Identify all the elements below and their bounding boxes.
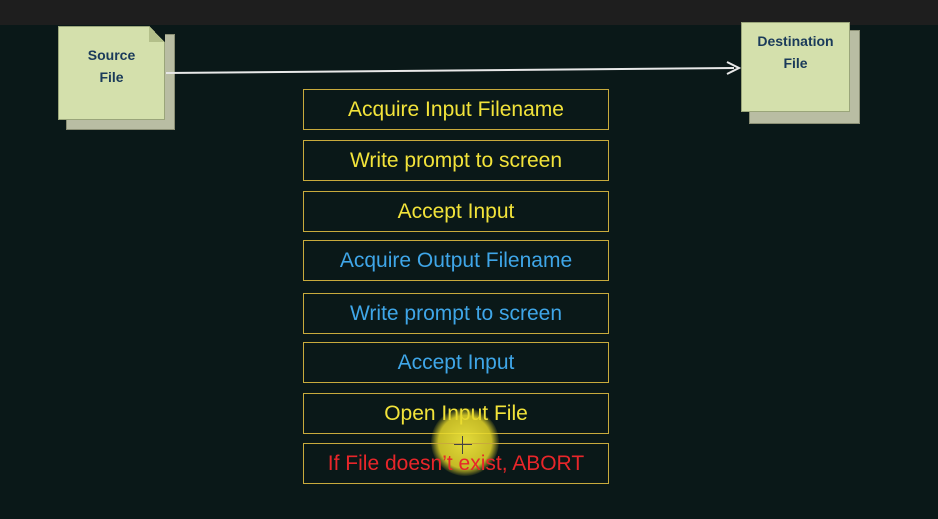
step-box: Write prompt to screen <box>303 140 609 181</box>
step-label: Accept Input <box>397 350 515 374</box>
step-label: Accept Input <box>397 199 515 223</box>
step-label: Write prompt to screen <box>349 148 563 172</box>
step-label: Acquire Output Filename <box>339 248 573 272</box>
cursor-crosshair-icon <box>454 444 472 445</box>
step-label: If File doesn’t exist, ABORT <box>327 451 585 475</box>
step-label: Acquire Input Filename <box>348 97 564 121</box>
step-box: Acquire Output Filename <box>303 240 609 281</box>
step-label: Write prompt to screen <box>349 301 563 325</box>
step-box: Write prompt to screen <box>303 293 609 334</box>
cursor-crosshair-icon <box>462 436 463 454</box>
step-box: Acquire Input Filename <box>303 89 609 130</box>
step-box: Accept Input <box>303 191 609 232</box>
step-box: Accept Input <box>303 342 609 383</box>
step-box: If File doesn’t exist, ABORT <box>303 443 609 484</box>
